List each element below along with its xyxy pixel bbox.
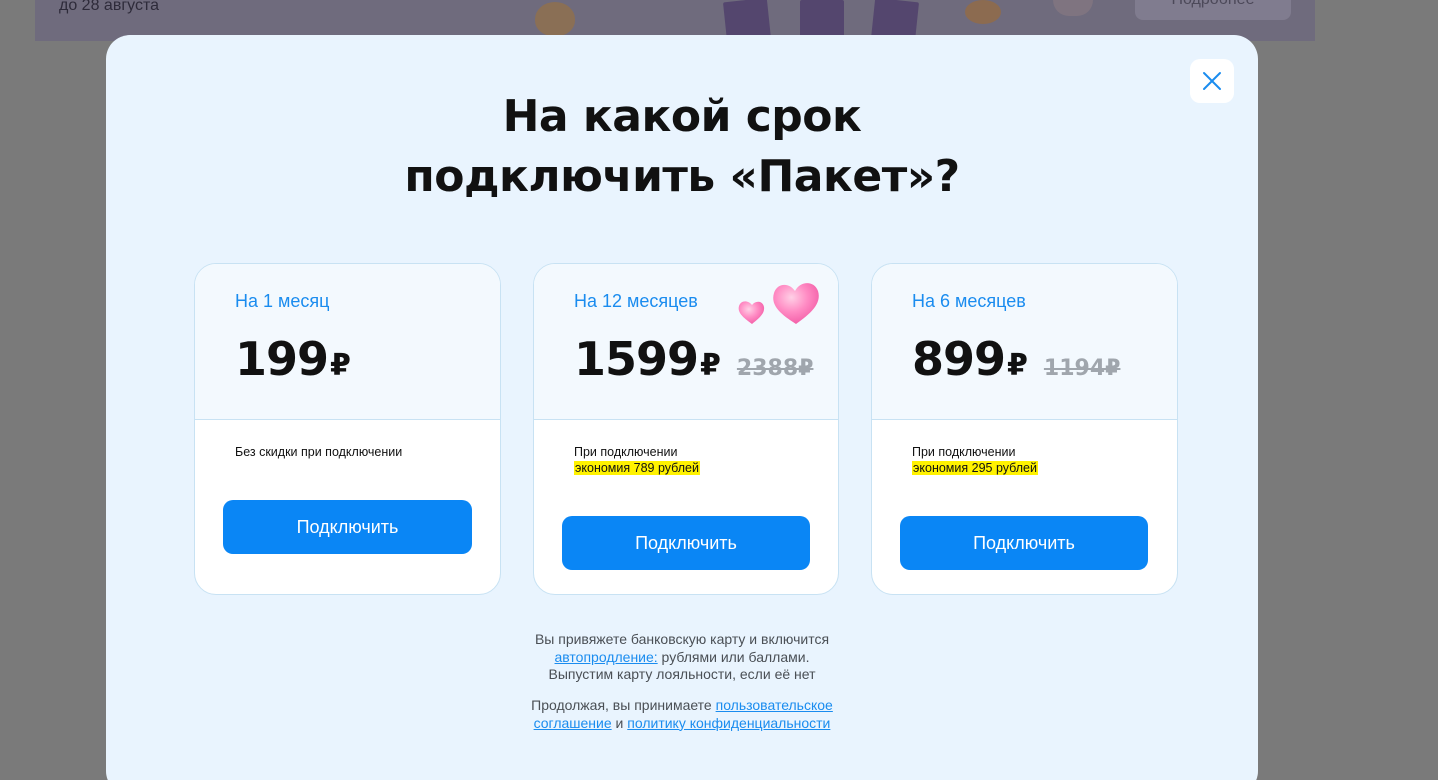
privacy-policy-link[interactable]: политику конфиденциальности — [627, 715, 830, 731]
plan-price: 899 — [912, 332, 1006, 386]
plan-period: На 12 месяцев — [574, 291, 698, 311]
hazelnut-image — [535, 2, 575, 36]
user-agreement-link[interactable]: пользовательское — [716, 697, 833, 713]
modal-title: На какой срок подключить «Пакет»? — [106, 87, 1258, 207]
plan-note: При подключении экономия 295 рублей — [912, 444, 1038, 476]
disclaimer-line1: Вы привяжете банковскую карту и включитс… — [534, 631, 830, 647]
plan-card-header: На 12 месяцев 1599 ₽ 2388₽ — [534, 264, 838, 420]
savings-highlight: экономия 295 рублей — [912, 461, 1038, 475]
plan-card-6-months: На 6 месяцев 899 ₽ 1194₽ При подключении… — [871, 263, 1178, 595]
price-row: 899 ₽ 1194₽ — [912, 332, 1120, 386]
almond-image — [965, 0, 1001, 24]
connect-button-6-months[interactable]: Подключить — [900, 516, 1148, 570]
autorenew-link[interactable]: автопродление: — [555, 649, 658, 665]
price-row: 1599 ₽ 2388₽ — [574, 332, 813, 386]
disclaimer-line2-text: рублями или баллами. — [657, 648, 810, 665]
savings-highlight: экономия 789 рублей — [574, 461, 700, 475]
user-agreement-link-continued[interactable]: соглашение — [534, 715, 612, 731]
plan-card-header: На 6 месяцев 899 ₽ 1194₽ — [872, 264, 1177, 420]
plan-note-text: При подключении — [912, 445, 1016, 459]
plan-period: На 6 месяцев — [912, 291, 1026, 311]
plan-price: 1599 — [574, 332, 699, 386]
agreement-prefix: Продолжая, вы принимаете — [531, 697, 716, 713]
old-price: 1194₽ — [1043, 356, 1121, 381]
subscription-period-modal: На какой срок подключить «Пакет»? На 1 м… — [106, 35, 1258, 780]
currency-sign: ₽ — [700, 348, 721, 383]
plan-note-text: Без скидки при подключении — [235, 445, 403, 459]
plan-cards: На 1 месяц 199 ₽ Без скидки при подключе… — [194, 263, 1178, 595]
disclaimer-line3: Выпустим карту лояльности, если её нет — [548, 666, 816, 682]
disclaimer-line2: автопродление: рублями или баллами. — [106, 649, 1258, 667]
nut-image — [1053, 0, 1093, 16]
promo-date: до 28 августа — [59, 0, 160, 14]
agreement-and: и — [611, 714, 628, 731]
plan-card-12-months: На 12 месяцев 1599 ₽ 2388₽ При подключен… — [533, 263, 839, 595]
old-price: 2388₽ — [736, 356, 814, 381]
connect-button-12-months[interactable]: Подключить — [562, 516, 810, 570]
plan-note: Без скидки при подключении — [235, 444, 402, 460]
plan-card-1-month: На 1 месяц 199 ₽ Без скидки при подключе… — [194, 263, 501, 595]
plan-period: На 1 месяц — [235, 291, 330, 311]
plan-note-text: При подключении — [574, 445, 678, 459]
plan-card-header: На 1 месяц 199 ₽ — [195, 264, 500, 420]
price-row: 199 ₽ — [235, 332, 351, 386]
promo-more-button: Подробнее — [1135, 0, 1291, 20]
autorenew-disclaimer: Вы привяжете банковскую карту и включитс… — [106, 631, 1258, 684]
agreement-line2: соглашение и политику конфиденциальности — [106, 715, 1258, 733]
hearts-icon — [738, 283, 819, 324]
modal-title-line1: На какой срок — [502, 91, 862, 142]
connect-button-1-month[interactable]: Подключить — [223, 500, 472, 554]
currency-sign: ₽ — [330, 348, 351, 383]
modal-title-line2: подключить «Пакет»? — [404, 151, 960, 202]
plan-note: При подключении экономия 789 рублей — [574, 444, 700, 476]
currency-sign: ₽ — [1007, 348, 1028, 383]
agreement-disclaimer: Продолжая, вы принимаете пользовательско… — [106, 697, 1258, 732]
agreement-line1: Продолжая, вы принимаете пользовательско… — [106, 697, 1258, 715]
plan-price: 199 — [235, 332, 329, 386]
